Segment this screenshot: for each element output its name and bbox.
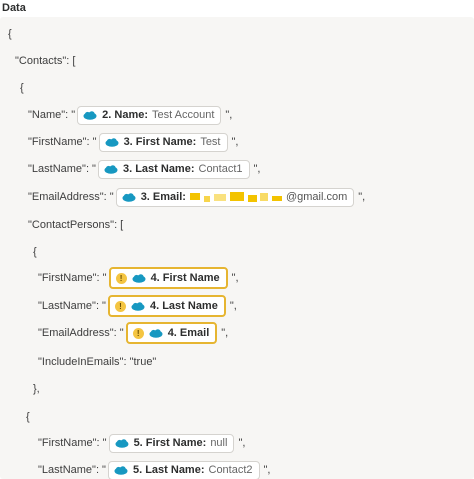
step-label: 2. Name:	[102, 109, 149, 121]
field-key: "FirstName": "	[38, 437, 107, 449]
mapped-field-pill-first-name[interactable]: 3. First Name: Test	[98, 132, 228, 152]
contacts-key: "Contacts": [	[15, 55, 76, 67]
field-row-person-first-name: "FirstName": " ! 4. First Name ",	[38, 267, 239, 289]
salesforce-cloud-icon	[149, 328, 163, 338]
field-suffix: ",	[231, 272, 239, 284]
salesforce-cloud-icon	[104, 164, 118, 174]
field-suffix: ",	[253, 163, 261, 175]
mapped-field-pill-person-email[interactable]: ! 4. Email	[125, 322, 218, 344]
contact-open-brace: {	[20, 82, 24, 94]
redacted-email-text	[189, 192, 286, 202]
mapped-field-pill-person2-last-name[interactable]: 5. Last Name: Contact2	[107, 460, 260, 479]
field-row-last-name: "LastName": " 3. Last Name: Contact1 ",	[28, 158, 261, 180]
field-key: "EmailAddress": "	[28, 191, 114, 203]
salesforce-cloud-icon	[122, 192, 136, 202]
salesforce-cloud-icon	[83, 110, 97, 120]
field-key: "Name": "	[28, 109, 76, 121]
step-label: 3. First Name:	[123, 136, 197, 148]
sample-value: Contact1	[198, 163, 243, 175]
step-label: 5. Last Name:	[132, 464, 205, 476]
step-label: 3. Email:	[140, 191, 186, 203]
step-label: 3. Last Name:	[122, 163, 195, 175]
field-key: "LastName": "	[28, 163, 96, 175]
field-suffix: ",	[238, 437, 246, 449]
mapped-field-pill-person-last-name[interactable]: ! 4. Last Name	[107, 295, 226, 317]
person2-open-brace: {	[26, 411, 30, 423]
sample-value: @gmail.com	[285, 191, 348, 203]
salesforce-cloud-icon	[131, 301, 145, 311]
step-label: 4. Last Name	[149, 300, 218, 312]
json-data-editor[interactable]: { "Contacts": [ { "Name": " 2. Name: Tes…	[0, 17, 474, 479]
mapped-field-pill-name[interactable]: 2. Name: Test Account	[77, 105, 222, 125]
field-key: "LastName": "	[38, 464, 106, 476]
field-key: "LastName": "	[38, 300, 106, 312]
field-row-person-email: "EmailAddress": " ! 4. Email ",	[38, 322, 228, 344]
field-suffix: ",	[263, 464, 271, 476]
include-in-emails-line: "IncludeInEmails": "true"	[38, 356, 157, 368]
warning-icon: !	[114, 300, 126, 312]
sample-value: null	[210, 437, 228, 449]
field-suffix: ",	[358, 191, 366, 203]
field-key: "FirstName": "	[28, 136, 97, 148]
person-close-brace: },	[33, 383, 40, 395]
field-row-person-last-name: "LastName": " ! 4. Last Name ",	[38, 295, 237, 317]
salesforce-cloud-icon	[114, 465, 128, 475]
field-row-person2-last-name: "LastName": " 5. Last Name: Contact2 ",	[38, 459, 271, 479]
step-label: 5. First Name:	[133, 437, 207, 449]
step-label: 4. First Name	[150, 272, 220, 284]
mapped-field-pill-person2-first-name[interactable]: 5. First Name: null	[108, 433, 235, 453]
field-row-email: "EmailAddress": " 3. Email: @gmail.com "…	[28, 186, 365, 208]
warning-icon: !	[115, 272, 127, 284]
field-suffix: ",	[229, 300, 237, 312]
field-suffix: ",	[221, 327, 229, 339]
field-suffix: ",	[231, 136, 239, 148]
step-label: 4. Email	[167, 327, 210, 339]
mapped-field-pill-person-first-name[interactable]: ! 4. First Name	[108, 267, 228, 289]
field-key: "FirstName": "	[38, 272, 107, 284]
sample-value: Contact2	[208, 464, 253, 476]
field-row-person2-first-name: "FirstName": " 5. First Name: null ",	[38, 432, 245, 454]
contact-persons-key: "ContactPersons": [	[28, 219, 124, 231]
field-row-first-name: "FirstName": " 3. First Name: Test ",	[28, 131, 238, 153]
sample-value: Test Account	[152, 109, 215, 121]
mapped-field-pill-email[interactable]: 3. Email: @gmail.com	[115, 187, 355, 207]
json-open-brace: {	[8, 28, 12, 40]
section-title: Data	[2, 2, 26, 14]
salesforce-cloud-icon	[115, 438, 129, 448]
salesforce-cloud-icon	[132, 273, 146, 283]
salesforce-cloud-icon	[105, 137, 119, 147]
person-open-brace: {	[33, 246, 37, 258]
field-key: "EmailAddress": "	[38, 327, 124, 339]
field-suffix: ",	[225, 109, 233, 121]
warning-icon: !	[132, 327, 144, 339]
sample-value: Test	[200, 136, 221, 148]
field-row-name: "Name": " 2. Name: Test Account ",	[28, 104, 232, 126]
mapped-field-pill-last-name[interactable]: 3. Last Name: Contact1	[97, 159, 250, 179]
